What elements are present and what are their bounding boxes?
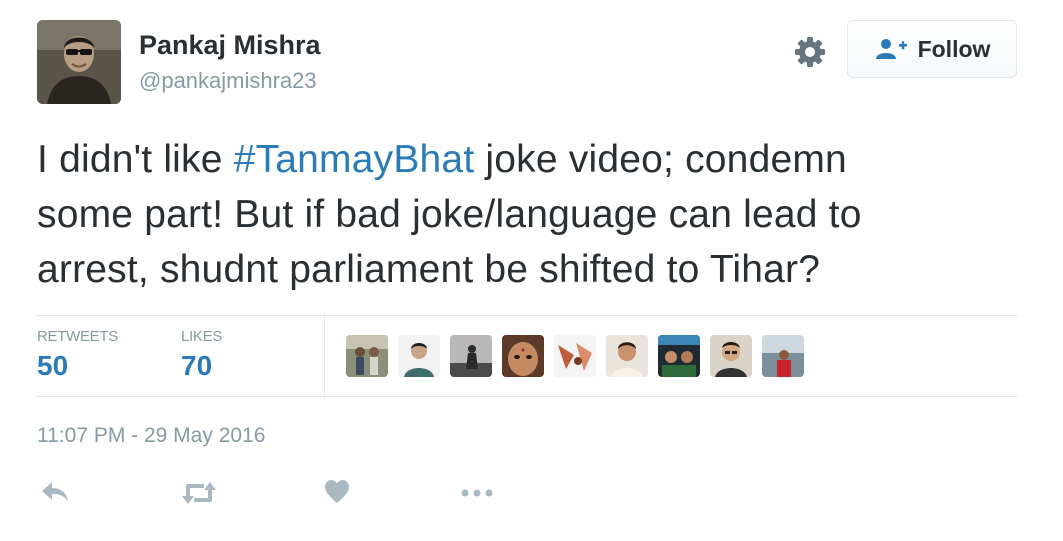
liker-avatar[interactable] bbox=[606, 335, 648, 377]
gear-icon[interactable] bbox=[792, 34, 828, 70]
liker-avatar[interactable] bbox=[762, 335, 804, 377]
user-handle[interactable]: @pankajmishra23 bbox=[139, 68, 317, 94]
retweet-icon[interactable] bbox=[181, 478, 217, 508]
liker-avatar[interactable] bbox=[346, 335, 388, 377]
stats-divider-top bbox=[37, 315, 1018, 316]
more-icon[interactable] bbox=[460, 478, 494, 508]
follow-button[interactable]: Follow bbox=[847, 20, 1017, 78]
stats-divider-bottom bbox=[37, 396, 1018, 397]
display-name[interactable]: Pankaj Mishra bbox=[139, 30, 321, 61]
add-user-icon bbox=[875, 39, 907, 59]
tweet-card: Pankaj Mishra @pankajmishra23 Follow I d… bbox=[0, 0, 1063, 541]
hashtag-link[interactable]: #TanmayBhat bbox=[234, 138, 475, 181]
follow-label: Follow bbox=[917, 35, 991, 62]
likes-label: LIKES bbox=[181, 328, 223, 345]
liker-avatar[interactable] bbox=[554, 335, 596, 377]
tweet-line-1: I didn't like #TanmayBhat joke video; co… bbox=[37, 132, 1037, 187]
likes-stat[interactable]: LIKES 70 bbox=[181, 328, 222, 382]
tweet-text: I didn't like #TanmayBhat joke video; co… bbox=[37, 132, 1037, 297]
retweets-count: 50 bbox=[37, 350, 69, 381]
tweet-text-segment: I didn't like bbox=[37, 138, 234, 181]
tweet-timestamp[interactable]: 11:07 PM - 29 May 2016 bbox=[37, 424, 265, 448]
likes-count: 70 bbox=[181, 350, 213, 381]
tweet-line-3: arrest, shudnt parliament be shifted to … bbox=[37, 248, 821, 291]
liker-avatar[interactable] bbox=[710, 335, 752, 377]
like-icon[interactable] bbox=[323, 478, 351, 508]
liker-avatar[interactable] bbox=[658, 335, 700, 377]
tweet-line-2: some part! But if bad joke/language can … bbox=[37, 193, 862, 236]
liker-avatar[interactable] bbox=[502, 335, 544, 377]
liker-avatars bbox=[346, 335, 804, 377]
user-avatar[interactable] bbox=[37, 20, 121, 104]
tweet-text-segment: joke video; condemn bbox=[474, 138, 847, 181]
liker-avatar[interactable] bbox=[450, 335, 492, 377]
reply-icon[interactable] bbox=[40, 478, 70, 508]
retweets-stat[interactable]: RETWEETS 50 bbox=[37, 328, 118, 382]
retweets-label: RETWEETS bbox=[37, 328, 118, 345]
stats-separator bbox=[324, 316, 325, 396]
liker-avatar[interactable] bbox=[398, 335, 440, 377]
